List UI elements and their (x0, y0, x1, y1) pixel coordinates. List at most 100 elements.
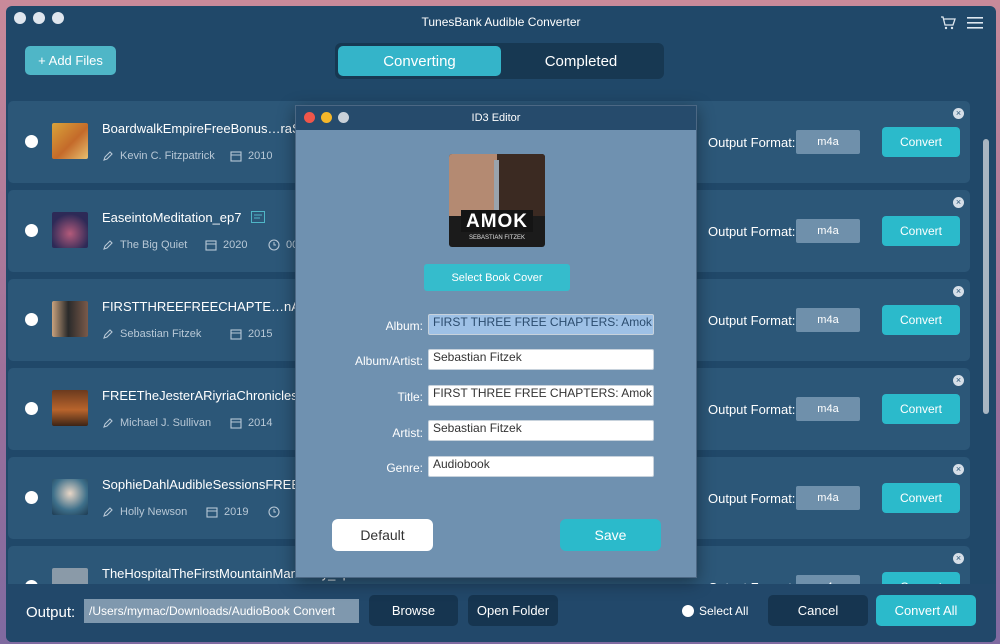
title-label: Title: (397, 390, 423, 404)
file-title: BoardwalkEmpireFreeBonus…raS (102, 121, 301, 136)
calendar-icon (230, 418, 242, 429)
year-meta: 2019 (206, 506, 248, 518)
cover-art (449, 154, 545, 247)
title-field[interactable]: FIRST THREE FREE CHAPTERS: Amok: A (428, 385, 654, 406)
list-scrollbar[interactable] (983, 139, 989, 414)
convert-button[interactable]: Convert (882, 216, 960, 246)
book-cover-image: AMOK SEBASTIAN FITZEK (449, 154, 545, 247)
duration-meta: 00 (268, 239, 298, 251)
output-label: Output: (26, 604, 76, 621)
author-meta: The Big Quiet (102, 239, 187, 251)
author-name: Holly Newson (120, 506, 188, 518)
output-format-select[interactable]: m4a (796, 486, 860, 510)
convert-button[interactable]: Convert (882, 127, 960, 157)
book-cover-thumbnail (52, 568, 88, 584)
book-cover-thumbnail (52, 212, 88, 248)
tab-completed[interactable]: Completed (501, 46, 661, 76)
app-title: TunesBank Audible Converter (421, 15, 581, 29)
author-meta: Holly Newson (102, 506, 187, 518)
row-select-radio[interactable] (25, 402, 38, 415)
calendar-icon (205, 240, 217, 251)
year-meta: 2010 (230, 150, 272, 162)
pen-icon (103, 151, 113, 161)
row-select-radio[interactable] (25, 135, 38, 148)
album-artist-field[interactable]: Sebastian Fitzek (428, 349, 654, 370)
select-book-cover-button[interactable]: Select Book Cover (424, 264, 570, 291)
remove-row-icon[interactable]: × (953, 375, 964, 386)
calendar-icon (230, 151, 242, 162)
album-label: Album: (385, 319, 423, 333)
author-name: The Big Quiet (120, 239, 188, 251)
id3-editor-dialog: ID3 Editor AMOK SEBASTIAN FITZEK Select … (295, 105, 697, 578)
cart-icon[interactable] (940, 16, 956, 30)
convert-button[interactable]: Convert (882, 572, 960, 584)
output-format-label: Output Format: (708, 402, 796, 417)
file-title: FREETheJesterARiyriaChronicles (102, 388, 298, 403)
remove-row-icon[interactable]: × (953, 197, 964, 208)
artist-field[interactable]: Sebastian Fitzek (428, 420, 654, 441)
album-artist-label: Album/Artist: (354, 354, 423, 368)
remove-row-icon[interactable]: × (953, 553, 964, 564)
book-cover-thumbnail (52, 123, 88, 159)
chapter-icon (251, 211, 265, 223)
convert-button[interactable]: Convert (882, 483, 960, 513)
output-format-select[interactable]: m4a (796, 219, 860, 243)
book-cover-thumbnail (52, 390, 88, 426)
calendar-icon (206, 507, 218, 518)
select-all-toggle[interactable]: Select All (682, 604, 748, 618)
cancel-button[interactable]: Cancel (768, 595, 868, 626)
genre-label: Genre: (386, 461, 423, 475)
pen-icon (103, 329, 113, 339)
add-files-button[interactable]: + Add Files (25, 46, 116, 75)
remove-row-icon[interactable]: × (953, 286, 964, 297)
menu-icon[interactable] (967, 16, 983, 30)
open-folder-button[interactable]: Open Folder (468, 595, 558, 626)
default-button[interactable]: Default (332, 519, 433, 551)
convert-button[interactable]: Convert (882, 394, 960, 424)
file-title: EaseintoMeditation_ep7 (102, 210, 242, 225)
year-meta: 2014 (230, 417, 272, 429)
row-select-radio[interactable] (25, 313, 38, 326)
footer-bar: Output: /Users/mymac/Downloads/AudioBook… (6, 584, 996, 642)
output-path-field[interactable]: /Users/mymac/Downloads/AudioBook Convert (84, 599, 359, 623)
output-format-label: Output Format: (708, 313, 796, 328)
year-meta: 2020 (205, 239, 247, 251)
pen-icon (103, 418, 113, 428)
remove-row-icon[interactable]: × (953, 464, 964, 475)
book-cover-thumbnail (52, 301, 88, 337)
remove-row-icon[interactable]: × (953, 108, 964, 119)
title-bar: TunesBank Audible Converter (6, 6, 996, 40)
dialog-title-bar: ID3 Editor (296, 106, 696, 130)
clock-icon (268, 506, 280, 518)
book-cover-thumbnail (52, 479, 88, 515)
author-meta: Michael J. Sullivan (102, 417, 211, 429)
author-meta: Sebastian Fitzek (102, 328, 201, 340)
select-all-radio[interactable] (682, 605, 694, 617)
tab-converting[interactable]: Converting (338, 46, 501, 76)
output-format-select[interactable]: m4a (796, 130, 860, 154)
artist-label: Artist: (392, 426, 423, 440)
year-value: 2020 (223, 239, 248, 251)
output-format-select[interactable]: m4a (796, 397, 860, 421)
browse-button[interactable]: Browse (369, 595, 458, 626)
year-value: 2014 (248, 417, 273, 429)
genre-field[interactable]: Audiobook (428, 456, 654, 477)
year-value: 2010 (248, 150, 273, 162)
row-select-radio[interactable] (25, 224, 38, 237)
convert-button[interactable]: Convert (882, 305, 960, 335)
row-select-radio[interactable] (25, 491, 38, 504)
author-name: Sebastian Fitzek (120, 328, 202, 340)
author-name: Kevin C. Fitzpatrick (120, 150, 215, 162)
convert-all-button[interactable]: Convert All (876, 595, 976, 626)
cover-title-text: AMOK (465, 211, 529, 232)
dialog-title: ID3 Editor (471, 112, 521, 124)
clock-icon (268, 239, 280, 251)
cover-author-text: SEBASTIAN FITZEK (468, 235, 525, 241)
album-field[interactable]: FIRST THREE FREE CHAPTERS: Amok: A (428, 314, 654, 335)
output-format-label: Output Format: (708, 491, 796, 506)
save-button[interactable]: Save (560, 519, 661, 551)
select-all-label: Select All (699, 604, 749, 618)
output-format-select[interactable]: m4a (796, 575, 860, 584)
output-format-select[interactable]: m4a (796, 308, 860, 332)
year-value: 2015 (248, 328, 273, 340)
